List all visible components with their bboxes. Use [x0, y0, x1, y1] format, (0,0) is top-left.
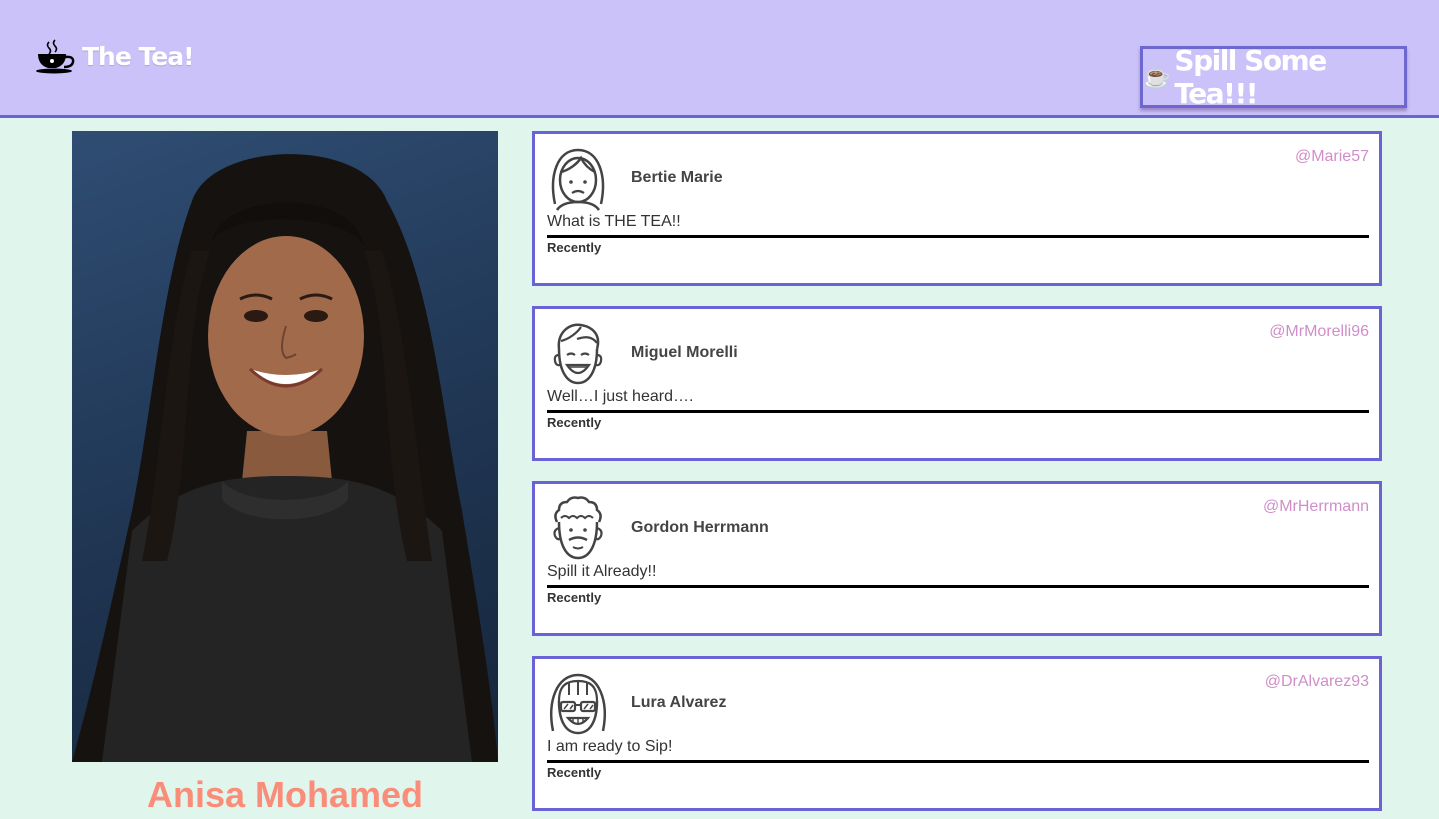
- post-message: Spill it Already!!: [547, 563, 657, 580]
- post-card: Lura Alvarez @DrAlvarez93 I am ready to …: [532, 656, 1382, 811]
- post-card: Gordon Herrmann @MrHerrmann Spill it Alr…: [532, 481, 1382, 636]
- post-author-handle[interactable]: @DrAlvarez93: [1265, 673, 1369, 691]
- profile-name: Anisa Mohamed: [146, 774, 424, 815]
- post-author-name[interactable]: Miguel Morelli: [631, 344, 738, 362]
- post-message: What is THE TEA!!: [547, 213, 681, 230]
- profile-photo: [72, 131, 498, 762]
- post-timestamp: Recently: [547, 590, 602, 605]
- post-card: Bertie Marie @Marie57 What is THE TEA!! …: [532, 131, 1382, 286]
- post-divider: [547, 585, 1369, 588]
- top-nav: The Tea! ☕ Spill Some Tea!!!: [0, 0, 1439, 118]
- woman-avatar-icon: [551, 148, 605, 211]
- post-timestamp: Recently: [547, 240, 602, 255]
- post-divider: [547, 760, 1369, 763]
- teacup-icon: [36, 39, 75, 74]
- post-timestamp: Recently: [547, 415, 602, 430]
- post-author-handle[interactable]: @MrHerrmann: [1263, 498, 1369, 516]
- spill-tea-button[interactable]: ☕ Spill Some Tea!!!: [1140, 44, 1407, 110]
- post-author-name[interactable]: Bertie Marie: [631, 169, 723, 187]
- curly-man-avatar-icon: [553, 496, 603, 560]
- post-timestamp: Recently: [547, 765, 602, 780]
- sunglasses-avatar-icon: [550, 673, 606, 735]
- man-avatar-icon: [553, 323, 603, 385]
- post-divider: [547, 410, 1369, 413]
- post-card: Miguel Morelli @MrMorelli96 Well…I just …: [532, 306, 1382, 461]
- profile-photo-illustration: [72, 154, 498, 762]
- post-message: I am ready to Sip!: [547, 738, 673, 755]
- spill-tea-button-label: Spill Some Tea!!!: [1174, 44, 1327, 110]
- post-author-name[interactable]: Lura Alvarez: [631, 694, 726, 712]
- app-title: The Tea!: [82, 41, 194, 71]
- post-divider: [547, 235, 1369, 238]
- post-author-handle[interactable]: @Marie57: [1295, 148, 1369, 166]
- post-message: Well…I just heard….: [547, 388, 694, 405]
- coffee-cup-icon: ☕: [1143, 64, 1171, 89]
- post-author-name[interactable]: Gordon Herrmann: [631, 519, 769, 537]
- post-author-handle[interactable]: @MrMorelli96: [1269, 323, 1369, 341]
- brand[interactable]: The Tea!: [34, 38, 194, 74]
